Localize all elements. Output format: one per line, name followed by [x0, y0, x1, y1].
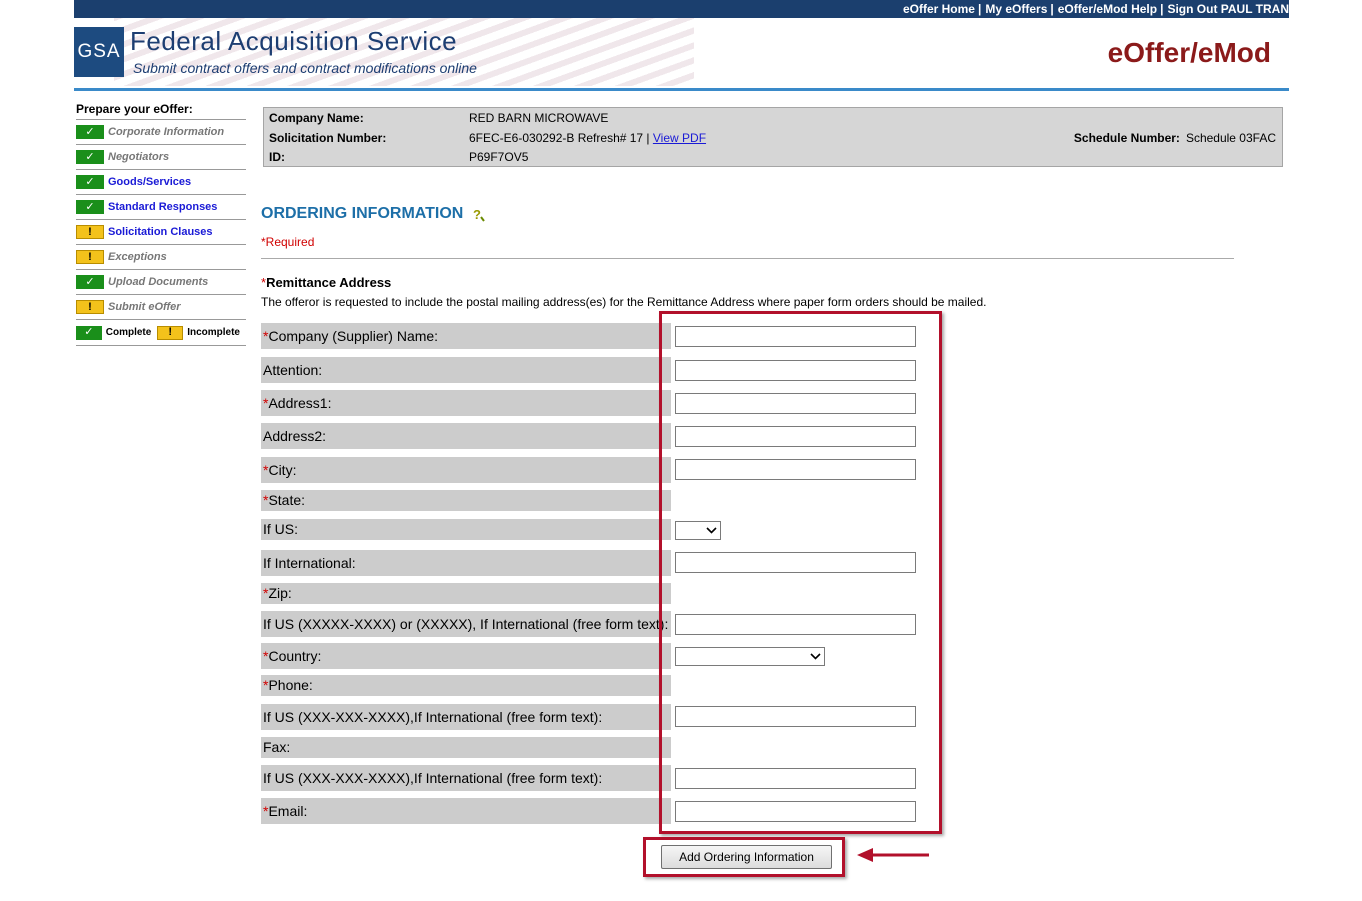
warning-icon: ! [76, 225, 104, 239]
state-intl-label: If International: [261, 550, 671, 576]
sidebar: Prepare your eOffer: ✓ Corporate Informat… [76, 101, 246, 346]
complete-check-icon: ✓ [76, 325, 102, 340]
svg-text:?: ? [473, 207, 481, 222]
sidebar-item[interactable]: ! Exceptions [76, 245, 246, 270]
check-icon: ✓ [76, 150, 104, 164]
company-name-value: RED BARN MICROWAVE [469, 111, 609, 125]
id-value: P69F7OV5 [469, 150, 529, 164]
check-icon: ✓ [76, 125, 104, 139]
incomplete-warning-icon: ! [157, 325, 184, 340]
input-highlight-box [659, 311, 942, 834]
zip-detail-label: If US (XXXXX-XXXX) or (XXXXX), If Intern… [261, 611, 671, 637]
help-icon[interactable]: ? [472, 207, 486, 222]
id-label: ID: [269, 150, 285, 164]
state-us-label: If US: [261, 519, 671, 540]
eoffer-home-link[interactable]: eOffer Home [903, 2, 975, 16]
view-pdf-link[interactable]: View PDF [653, 131, 706, 145]
sidebar-item[interactable]: ✓ Goods/Services [76, 170, 246, 195]
schedule-number-value: Schedule 03FAC [1185, 131, 1276, 145]
arrow-left-icon [857, 848, 929, 862]
sidebar-item-label: Solicitation Clauses [108, 226, 213, 238]
state-label: *State: [261, 490, 671, 511]
page-title: ORDERING INFORMATION [261, 205, 464, 222]
section-title: *Remittance Address [261, 275, 392, 290]
check-icon: ✓ [76, 200, 104, 214]
sidebar-item-label: Corporate Information [108, 126, 225, 138]
sidebar-item-label: Goods/Services [108, 176, 192, 188]
check-icon: ✓ [76, 175, 104, 189]
agency-title: Federal Acquisition Service [130, 26, 458, 56]
solicitation-number-label: Solicitation Number: [269, 131, 387, 145]
email-label: *Email: [261, 798, 671, 824]
gsa-logo: GSA [74, 27, 124, 77]
my-eoffers-link[interactable]: My eOffers [985, 2, 1047, 16]
sidebar-item[interactable]: ! Solicitation Clauses [76, 220, 246, 245]
page-header: eOffer Home | My eOffers | eOffer/eMod H… [74, 0, 1289, 91]
required-note: *Required [261, 235, 315, 249]
zip-label: *Zip: [261, 583, 671, 604]
sidebar-item[interactable]: ! Submit eOffer [76, 295, 246, 320]
sidebar-item-label: Upload Documents [108, 276, 209, 288]
sidebar-item[interactable]: ✓ Negotiators [76, 145, 246, 170]
company-name-label: Company Name: [269, 111, 364, 125]
sidebar-item-label: Submit eOffer [108, 301, 181, 313]
check-icon: ✓ [76, 275, 104, 289]
fax-label: Fax: [261, 737, 671, 758]
phone-detail-label: If US (XXX-XXX-XXXX),If International (f… [261, 704, 671, 730]
sidebar-item-label: Exceptions [108, 251, 167, 263]
address1-label: *Address1: [261, 390, 671, 416]
city-label: *City: [261, 457, 671, 483]
legend-complete-label: Complete [105, 327, 152, 338]
help-link[interactable]: eOffer/eMod Help [1058, 2, 1157, 16]
schedule-number-label: Schedule Number: [1073, 131, 1180, 145]
address2-label: Address2: [261, 423, 671, 449]
product-name: eOffer/eMod [1107, 37, 1271, 68]
sidebar-item[interactable]: ✓ Upload Documents [76, 270, 246, 295]
legend-incomplete-label: Incomplete [187, 327, 240, 338]
attention-label: Attention: [261, 357, 671, 383]
agency-subtitle: Submit contract offers and contract modi… [133, 60, 477, 76]
fax-detail-label: If US (XXX-XXX-XXXX),If International (f… [261, 765, 671, 791]
divider [261, 258, 1234, 259]
country-label: *Country: [261, 643, 671, 669]
warning-icon: ! [76, 300, 104, 314]
top-links: eOffer Home | My eOffers | eOffer/eMod H… [902, 2, 1289, 16]
company-label: *Company (Supplier) Name: [261, 323, 671, 349]
sidebar-item[interactable]: ✓ Corporate Information [76, 120, 246, 145]
sidebar-item-label: Negotiators [108, 151, 170, 163]
add-ordering-information-button[interactable]: Add Ordering Information [661, 845, 832, 869]
sign-out-link[interactable]: Sign Out PAUL TRAN [1167, 2, 1289, 16]
warning-icon: ! [76, 250, 104, 264]
sidebar-item-label: Standard Responses [108, 201, 218, 213]
offer-info-panel: Company Name: RED BARN MICROWAVE Solicit… [263, 107, 1283, 167]
status-legend: ✓ Complete ! Incomplete [76, 320, 246, 346]
section-description: The offeror is requested to include the … [261, 295, 987, 309]
solicitation-number-value: 6FEC-E6-030292-B Refresh# 17 | [469, 131, 650, 145]
phone-label: *Phone: [261, 675, 671, 696]
sidebar-title: Prepare your eOffer: [76, 101, 246, 120]
top-nav-bar: eOffer Home | My eOffers | eOffer/eMod H… [74, 0, 1289, 18]
sidebar-item[interactable]: ✓ Standard Responses [76, 195, 246, 220]
